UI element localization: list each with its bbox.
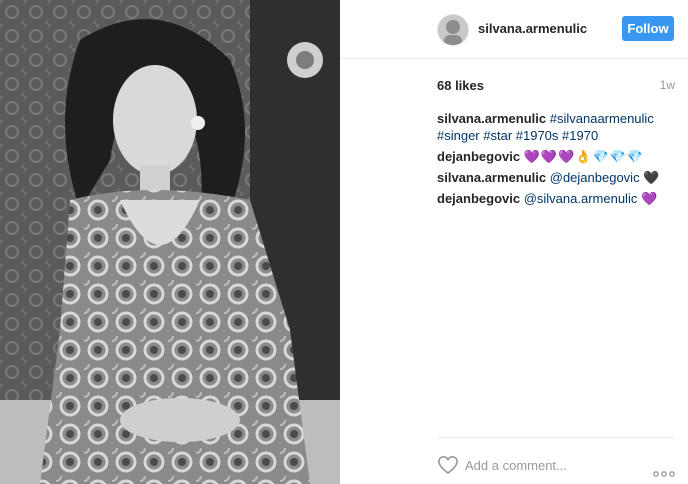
comment-author[interactable]: dejanbegovic [437, 149, 520, 164]
comment-mention[interactable]: @dejanbegovic [550, 170, 640, 185]
post-time: 1w [659, 78, 675, 92]
likes-count[interactable]: 68 likes [437, 78, 484, 93]
avatar[interactable] [437, 14, 469, 46]
comment: dejanbegovic 💜💜💜👌💎💎💎 [437, 148, 675, 165]
likes-row: 68 likes 1w [437, 78, 675, 96]
divider [437, 437, 675, 438]
comment-emoji: 💜💜💜👌💎💎💎 [523, 149, 645, 164]
post-photo[interactable] [0, 0, 340, 484]
photo-image [0, 0, 340, 484]
comment-mention[interactable]: @silvana.armenulic [524, 191, 638, 206]
comment: silvana.armenulic #silvanaarmenulic #sin… [437, 110, 675, 144]
comment-author[interactable]: silvana.armenulic [437, 170, 546, 185]
add-comment-input[interactable]: Add a comment... [465, 458, 567, 473]
comment-emoji: 🖤 [643, 170, 661, 185]
comment: dejanbegovic @silvana.armenulic 💜 [437, 190, 675, 207]
post-sidebar: silvana.armenulic Follow 68 likes 1w sil… [340, 0, 688, 484]
more-options-icon[interactable] [653, 464, 675, 477]
username[interactable]: silvana.armenulic [478, 21, 587, 36]
comment: silvana.armenulic @dejanbegovic 🖤 [437, 169, 675, 186]
comments-list: silvana.armenulic #silvanaarmenulic #sin… [437, 110, 675, 211]
comment-emoji: 💜 [640, 191, 659, 206]
comment-author[interactable]: dejanbegovic [437, 191, 520, 206]
post-header: silvana.armenulic Follow [340, 0, 688, 59]
comment-author[interactable]: silvana.armenulic [437, 111, 546, 126]
follow-button[interactable]: Follow [622, 16, 674, 41]
avatar-image [438, 15, 468, 45]
heart-outline-icon[interactable] [437, 455, 459, 475]
